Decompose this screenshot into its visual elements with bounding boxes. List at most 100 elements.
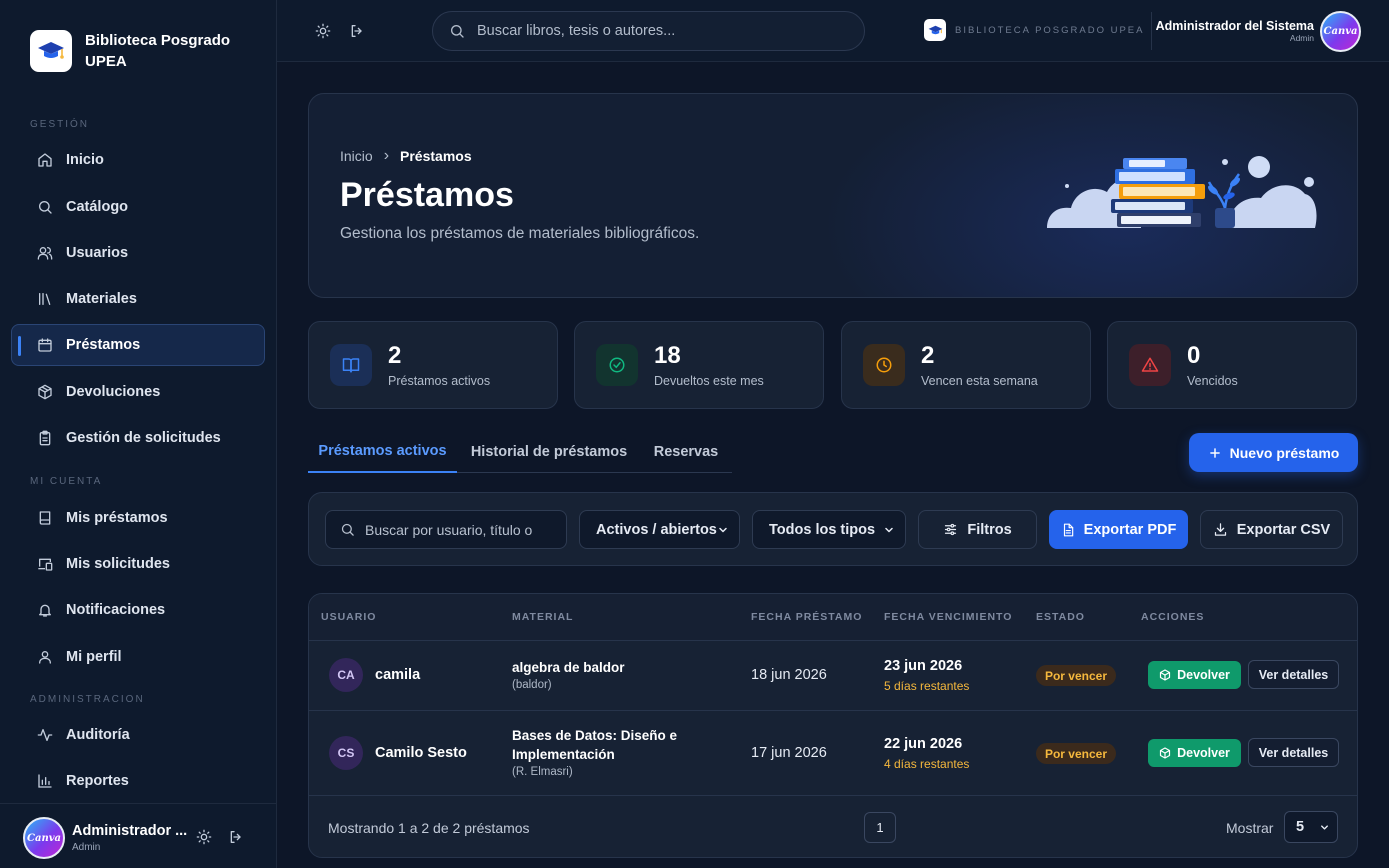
global-search-input[interactable]: [477, 23, 837, 39]
book-open-icon: [330, 344, 372, 386]
sidebar-item-label: Mis solicitudes: [66, 556, 170, 572]
graduation-cap-icon: [30, 30, 72, 72]
sidebar-item-usuarios[interactable]: Usuarios: [11, 232, 265, 274]
sun-icon[interactable]: [196, 829, 212, 845]
sidebar-item-materiales[interactable]: Materiales: [11, 278, 265, 320]
divider: [1151, 12, 1152, 50]
sidebar-item-reportes[interactable]: Reportes: [11, 760, 265, 802]
check-circle-icon: [596, 344, 638, 386]
status-badge: Por vencer: [1036, 665, 1116, 686]
new-loan-button[interactable]: Nuevo préstamo: [1189, 433, 1358, 472]
alert-triangle-icon: [1129, 344, 1171, 386]
loan-date: 18 jun 2026: [751, 667, 827, 683]
sidebar-user: Canva Administrador ... Admin: [0, 803, 277, 868]
days-remaining: 5 días restantes: [884, 679, 970, 693]
clock-icon: [863, 344, 905, 386]
books-illustration: [1043, 152, 1323, 232]
brand[interactable]: Biblioteca Posgrado UPEA: [30, 30, 235, 72]
loan-search[interactable]: [325, 510, 567, 549]
stat-card-returned: 18 Devueltos este mes: [574, 321, 824, 409]
sidebar-user-role: Admin: [72, 842, 101, 853]
sliders-icon: [943, 522, 958, 537]
type-select[interactable]: Todos los tipos: [752, 510, 906, 549]
sidebar-item-label: Auditoría: [66, 727, 130, 743]
return-button[interactable]: Devolver: [1148, 661, 1241, 689]
sidebar-item-devoluciones[interactable]: Devoluciones: [11, 371, 265, 413]
details-button[interactable]: Ver detalles: [1248, 738, 1339, 767]
page-size-select[interactable]: 5: [1284, 811, 1338, 843]
logout-icon[interactable]: [349, 23, 365, 39]
activity-icon: [37, 727, 53, 743]
sidebar-item-gestion-solicitudes[interactable]: Gestión de solicitudes: [11, 417, 265, 459]
pagination-page-1[interactable]: 1: [864, 812, 896, 843]
sidebar-item-prestamos[interactable]: Préstamos: [11, 324, 265, 366]
tab-prestamos-activos[interactable]: Préstamos activos: [308, 431, 457, 473]
new-loan-label: Nuevo préstamo: [1229, 444, 1340, 461]
pagination-summary: Mostrando 1 a 2 de 2 préstamos: [328, 820, 530, 836]
column-header-material: MATERIAL: [512, 611, 574, 623]
chevron-down-icon: [1319, 822, 1330, 833]
page-subtitle: Gestiona los préstamos de materiales bib…: [340, 225, 700, 242]
user-name[interactable]: camila: [375, 667, 420, 683]
stat-label: Préstamos activos: [388, 374, 491, 388]
bell-icon: [37, 602, 53, 618]
loans-table: USUARIO MATERIAL FECHA PRÉSTAMO FECHA VE…: [308, 593, 1358, 858]
material-title[interactable]: algebra de baldor: [512, 658, 712, 677]
sidebar-item-notificaciones[interactable]: Notificaciones: [11, 589, 265, 631]
stat-value: 2: [921, 342, 935, 369]
logout-icon[interactable]: [228, 829, 244, 845]
return-label: Devolver: [1177, 746, 1230, 760]
devices-icon: [37, 556, 53, 572]
sidebar-item-label: Mi perfil: [66, 649, 122, 665]
breadcrumb-home[interactable]: Inicio: [340, 148, 373, 164]
topbar-user-role: Admin: [1289, 33, 1314, 43]
sidebar-item-catalogo[interactable]: Catálogo: [11, 186, 265, 228]
status-select[interactable]: Activos / abiertos: [579, 510, 740, 549]
download-icon: [1213, 522, 1228, 537]
material-title[interactable]: Bases de Datos: Diseño e Implementación: [512, 726, 712, 764]
status-select-value: Activos / abiertos: [596, 521, 717, 538]
user-icon: [37, 649, 53, 665]
export-csv-button[interactable]: Exportar CSV: [1200, 510, 1343, 549]
sidebar-item-mis-prestamos[interactable]: Mis préstamos: [11, 497, 265, 539]
topbar-user-name: Administrador del Sistema: [1155, 19, 1314, 33]
search-icon: [449, 23, 465, 39]
sidebar-item-mi-perfil[interactable]: Mi perfil: [11, 636, 265, 678]
stat-card-overdue: 0 Vencidos: [1107, 321, 1357, 409]
global-search[interactable]: [432, 11, 865, 51]
tab-reservas[interactable]: Reservas: [644, 431, 728, 473]
user-avatar: CS: [329, 736, 363, 770]
chevron-down-icon: [717, 524, 729, 536]
return-button[interactable]: Devolver: [1148, 739, 1241, 767]
user-name[interactable]: Camilo Sesto: [375, 745, 467, 761]
avatar[interactable]: Canva: [23, 817, 65, 859]
sidebar-item-label: Usuarios: [66, 245, 129, 261]
sidebar-item-mis-solicitudes[interactable]: Mis solicitudes: [11, 543, 265, 585]
home-icon: [37, 152, 53, 168]
filters-button[interactable]: Filtros: [918, 510, 1037, 549]
return-label: Devolver: [1177, 668, 1230, 682]
package-icon: [37, 384, 53, 400]
section-label-mi-cuenta: MI CUENTA: [30, 476, 103, 487]
due-date: 23 jun 2026: [884, 658, 963, 674]
search-icon: [37, 199, 53, 215]
topbar-brand: BIBLIOTECA POSGRADO UPEA: [955, 25, 1145, 36]
breadcrumb: Inicio › Préstamos: [340, 147, 472, 165]
sidebar-item-label: Mis préstamos: [66, 510, 168, 526]
sidebar: Biblioteca Posgrado UPEA GESTIÓN Inicio …: [0, 0, 277, 868]
sidebar-item-auditoria[interactable]: Auditoría: [11, 714, 265, 756]
sun-icon[interactable]: [315, 23, 331, 39]
column-header-fecha-prestamo: FECHA PRÉSTAMO: [751, 611, 863, 623]
export-pdf-button[interactable]: Exportar PDF: [1049, 510, 1188, 549]
column-header-fecha-vencimiento: FECHA VENCIMIENTO: [884, 611, 1013, 623]
sidebar-item-inicio[interactable]: Inicio: [11, 139, 265, 181]
avatar[interactable]: Canva: [1320, 11, 1361, 52]
plus-icon: [1208, 446, 1222, 460]
details-button[interactable]: Ver detalles: [1248, 660, 1339, 689]
file-text-icon: [1061, 523, 1075, 537]
calendar-icon: [37, 337, 53, 353]
users-icon: [37, 245, 53, 261]
breadcrumb-current: Préstamos: [400, 148, 472, 164]
tab-historial[interactable]: Historial de préstamos: [465, 431, 633, 473]
loan-search-input[interactable]: [365, 521, 565, 538]
